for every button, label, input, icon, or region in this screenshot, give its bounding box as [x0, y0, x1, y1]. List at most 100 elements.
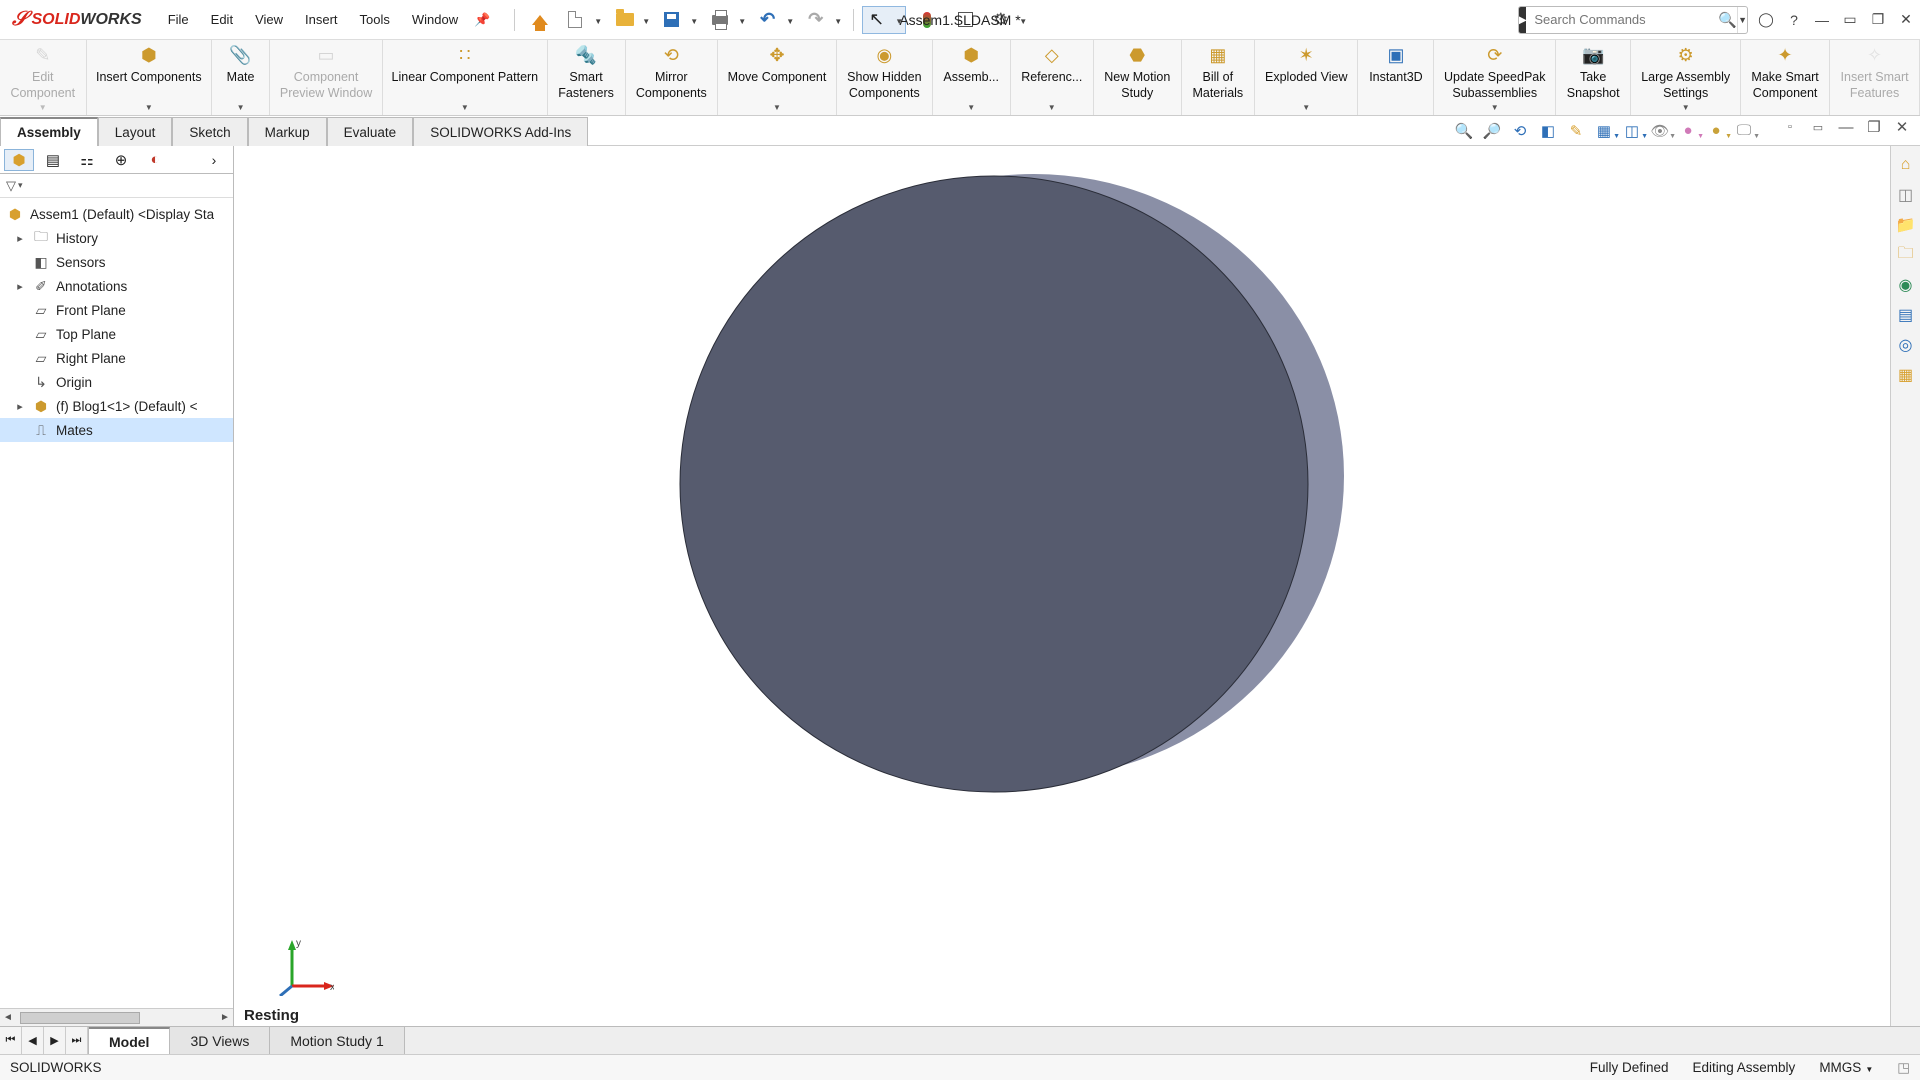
tree-item-right-plane[interactable]: ▱Right Plane — [0, 346, 233, 370]
ribbon-update-speedpak-subassemblies[interactable]: ⟳Update SpeedPak Subassemblies▼ — [1434, 40, 1556, 115]
tab-nav-prev[interactable]: ◀ — [22, 1027, 44, 1054]
ribbon-exploded-view[interactable]: ✶Exploded View▼ — [1255, 40, 1359, 115]
help-icon[interactable]: ? — [1784, 10, 1804, 30]
tree-root-node[interactable]: ⬢ Assem1 (Default) <Display Sta — [0, 202, 233, 226]
display-style-icon[interactable]: ◫▼ — [1620, 120, 1644, 142]
taskpane-custom-props-icon[interactable]: ◎ — [1894, 332, 1918, 358]
view-settings-icon[interactable]: 🖵▼ — [1732, 120, 1756, 142]
tab-solidworks-add-ins[interactable]: SOLIDWORKS Add-Ins — [413, 117, 588, 146]
section-view-icon[interactable]: ◧ — [1536, 120, 1560, 142]
tree-filter[interactable]: ▽▾ — [0, 174, 233, 198]
hide-show-icon[interactable]: 👁▼ — [1648, 120, 1672, 142]
taskpane-resources-icon[interactable]: ◫ — [1894, 182, 1918, 208]
save-button[interactable]: ▼ — [657, 6, 701, 34]
ribbon-bill-of-materials[interactable]: ▦Bill of Materials — [1182, 40, 1255, 115]
tab-sketch[interactable]: Sketch — [172, 117, 247, 146]
search-dropdown[interactable]: ▼ — [1737, 7, 1747, 33]
tree-item-mates[interactable]: ⎍Mates — [0, 418, 233, 442]
doc-tile-button[interactable]: — — [1834, 116, 1858, 138]
tree-item-history[interactable]: ▸🗀History — [0, 226, 233, 250]
view-orientation-icon[interactable]: ▦▼ — [1592, 120, 1616, 142]
tree-item-annotations[interactable]: ▸✐Annotations — [0, 274, 233, 298]
ribbon-assemb[interactable]: ⬢Assemb...▼ — [933, 40, 1011, 115]
taskpane-forum-icon[interactable]: ▦ — [1894, 362, 1918, 388]
taskpane-appearances-icon[interactable]: ▤ — [1894, 302, 1918, 328]
doc-min-button[interactable]: ▫ — [1778, 116, 1802, 138]
doc-max-button[interactable]: ▭ — [1806, 116, 1830, 138]
bottom-tab-motion-study-1[interactable]: Motion Study 1 — [270, 1027, 404, 1054]
ribbon-mate[interactable]: 📎Mate▼ — [212, 40, 270, 115]
tab-evaluate[interactable]: Evaluate — [327, 117, 414, 146]
tree-item-top-plane[interactable]: ▱Top Plane — [0, 322, 233, 346]
ribbon-move-component[interactable]: ✥Move Component▼ — [718, 40, 837, 115]
property-manager-tab[interactable]: ▤ — [38, 149, 68, 171]
tab-layout[interactable]: Layout — [98, 117, 173, 146]
tab-nav-next[interactable]: ▶ — [44, 1027, 66, 1054]
ribbon-mirror-components[interactable]: ⟲Mirror Components — [626, 40, 718, 115]
ribbon-instant3d[interactable]: ▣Instant3D — [1358, 40, 1434, 115]
dynamic-annotation-icon[interactable]: ✎ — [1564, 120, 1588, 142]
appearance-icon[interactable]: ●▼ — [1676, 120, 1700, 142]
menu-tools[interactable]: Tools — [350, 6, 400, 33]
expand-icon[interactable]: ▸ — [14, 232, 26, 245]
ribbon-insert-components[interactable]: ⬢Insert Components▼ — [87, 40, 213, 115]
redo-button[interactable]: ↷▼ — [801, 6, 845, 34]
home-button[interactable] — [523, 6, 557, 34]
undo-button[interactable]: ↶▼ — [753, 6, 797, 34]
expand-icon[interactable]: ▸ — [14, 280, 26, 293]
taskpane-design-lib-icon[interactable]: 📁 — [1894, 212, 1918, 238]
zoom-area-icon[interactable]: 🔎 — [1480, 120, 1504, 142]
ribbon-large-assembly-settings[interactable]: ⚙Large Assembly Settings▼ — [1631, 40, 1741, 115]
menu-edit[interactable]: Edit — [201, 6, 243, 33]
taskpane-view-palette-icon[interactable]: ◉ — [1894, 272, 1918, 298]
menu-window[interactable]: Window — [402, 6, 468, 33]
ribbon-take-snapshot[interactable]: 📷Take Snapshot — [1556, 40, 1631, 115]
expand-icon[interactable]: ▸ — [14, 400, 26, 413]
tree-hscroll[interactable]: ◄► — [0, 1008, 233, 1026]
ribbon-new-motion-study[interactable]: ⬣New Motion Study — [1094, 40, 1182, 115]
scene-icon[interactable]: ●▼ — [1704, 120, 1728, 142]
status-units[interactable]: MMGS▼ — [1819, 1060, 1873, 1075]
pin-icon[interactable]: 📌 — [474, 12, 492, 28]
open-button[interactable]: ▼ — [609, 6, 653, 34]
minimize-button[interactable]: — — [1812, 10, 1832, 30]
user-icon[interactable]: ◯ — [1756, 10, 1776, 30]
doc-close-button[interactable]: ✕ — [1890, 116, 1914, 138]
close-button[interactable]: ✕ — [1896, 10, 1916, 30]
configuration-manager-tab[interactable]: ⚏ — [72, 149, 102, 171]
display-manager-tab[interactable]: ◐ — [140, 149, 170, 171]
bottom-tab-model[interactable]: Model — [89, 1027, 170, 1054]
restore-button[interactable]: ❐ — [1868, 10, 1888, 30]
tab-assembly[interactable]: Assembly — [0, 117, 98, 146]
zoom-fit-icon[interactable]: 🔍 — [1452, 120, 1476, 142]
taskpane-home-icon[interactable]: ⌂ — [1894, 152, 1918, 178]
search-icon[interactable]: 🔍 — [1718, 11, 1737, 29]
graphics-area[interactable]: y x Resting — [234, 146, 1920, 1026]
doc-restore-button[interactable]: ❐ — [1862, 116, 1886, 138]
tab-markup[interactable]: Markup — [248, 117, 327, 146]
menu-file[interactable]: File — [158, 6, 199, 33]
ribbon-show-hidden-components[interactable]: ◉Show Hidden Components — [837, 40, 933, 115]
ribbon-linear-component-pattern[interactable]: ∷Linear Component Pattern▼ — [383, 40, 548, 115]
ribbon-referenc[interactable]: ◇Referenc...▼ — [1011, 40, 1094, 115]
taskpane-file-explorer-icon[interactable]: 🗀 — [1894, 242, 1918, 268]
tab-nav-last[interactable]: ⏭ — [66, 1027, 88, 1054]
tree-item-front-plane[interactable]: ▱Front Plane — [0, 298, 233, 322]
menu-insert[interactable]: Insert — [295, 6, 348, 33]
search-input[interactable] — [1526, 12, 1718, 27]
tree-item-f-blog1-1-default-d[interactable]: ▸⬢(f) Blog1<1> (Default) < — [0, 394, 233, 418]
command-search[interactable]: ▸ 🔍 ▼ — [1518, 6, 1748, 34]
print-button[interactable]: ▼ — [705, 6, 749, 34]
bottom-tab-3d-views[interactable]: 3D Views — [170, 1027, 270, 1054]
feature-manager-tab[interactable]: ⬢ — [4, 149, 34, 171]
ribbon-smart-fasteners[interactable]: 🔩Smart Fasteners — [548, 40, 626, 115]
layout-button[interactable]: ▭ — [1840, 10, 1860, 30]
previous-view-icon[interactable]: ⟲ — [1508, 120, 1532, 142]
tree-item-sensors[interactable]: ◧Sensors — [0, 250, 233, 274]
dimxpert-tab[interactable]: ⊕ — [106, 149, 136, 171]
new-doc-button[interactable]: ▼ — [561, 6, 605, 34]
menu-view[interactable]: View — [245, 6, 293, 33]
tree-item-origin[interactable]: ↳Origin — [0, 370, 233, 394]
status-extra-icon[interactable]: ◳ — [1897, 1060, 1910, 1076]
ribbon-make-smart-component[interactable]: ✦Make Smart Component — [1741, 40, 1830, 115]
